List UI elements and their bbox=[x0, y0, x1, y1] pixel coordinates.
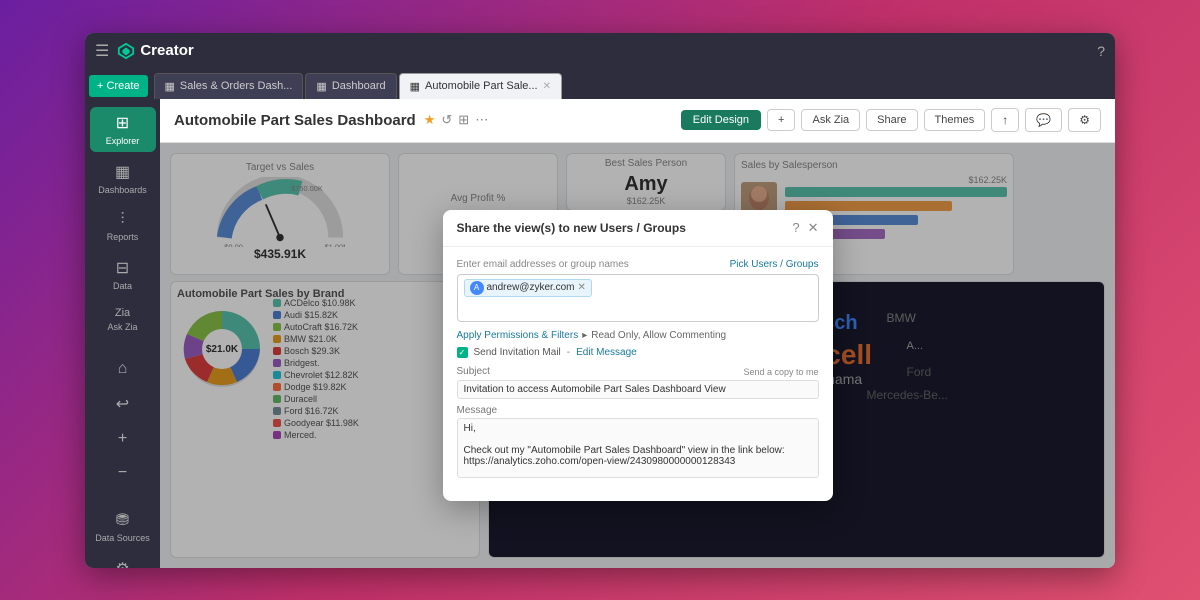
app-logo: Creator bbox=[117, 42, 193, 60]
sidebar-label-askzia: Ask Zia bbox=[107, 322, 137, 332]
message-row: Message Hi, Check out my "Automobile Par… bbox=[457, 405, 819, 483]
modal-title: Share the view(s) to new Users / Groups bbox=[457, 221, 686, 235]
sidebar-item-zoomin[interactable]: + bbox=[90, 424, 156, 454]
tab-icon-dash: ▦ bbox=[316, 80, 326, 93]
sidebar-item-settings[interactable]: ⚙ Settings bbox=[90, 553, 156, 568]
main-layout: ⊞ Explorer ▦ Dashboards ⫶ Reports ⊟ Data… bbox=[85, 99, 1115, 568]
sidebar-item-home[interactable]: ⌂ bbox=[90, 354, 156, 384]
settings-icon: ⚙ bbox=[115, 559, 129, 568]
help-icon[interactable]: ? bbox=[1097, 43, 1105, 59]
top-bar: ☰ Creator ? bbox=[85, 33, 1115, 69]
grid-icon[interactable]: ⊞ bbox=[458, 112, 469, 128]
reports-icon: ⫶ bbox=[120, 211, 124, 229]
sidebar-item-explorer[interactable]: ⊞ Explorer bbox=[90, 107, 156, 152]
send-inv-label: Send Invitation Mail bbox=[474, 347, 561, 358]
permissions-link[interactable]: Apply Permissions & Filters bbox=[457, 330, 579, 341]
subject-label-row: Subject Send a copy to me bbox=[457, 366, 819, 379]
zoomout-icon: − bbox=[118, 464, 127, 482]
edit-design-button[interactable]: Edit Design bbox=[681, 110, 761, 130]
dashboards-icon: ▦ bbox=[115, 162, 130, 182]
comment-button[interactable]: 💬 bbox=[1025, 108, 1062, 132]
app-window: ☰ Creator ? + Create ▦ Sales & Orders Da… bbox=[85, 33, 1115, 568]
data-icon: ⊟ bbox=[116, 258, 129, 278]
ask-zia-button[interactable]: Ask Zia bbox=[801, 109, 860, 131]
home-icon: ⌂ bbox=[118, 360, 128, 378]
modal-close-icon[interactable]: ✕ bbox=[808, 220, 819, 236]
modal-overlay: Share the view(s) to new Users / Groups … bbox=[160, 143, 1115, 568]
sidebar-label-data: Data bbox=[113, 281, 132, 291]
sidebar-item-data[interactable]: ⊟ Data bbox=[90, 252, 156, 297]
email-tag-remove[interactable]: ✕ bbox=[577, 282, 585, 293]
sidebar-item-askzia[interactable]: Zia Ask Zia bbox=[90, 301, 156, 338]
sidebar-label-explorer: Explorer bbox=[106, 136, 140, 146]
tab-sales-orders[interactable]: ▦ Sales & Orders Dash... bbox=[154, 73, 304, 99]
subject-input[interactable] bbox=[457, 380, 819, 399]
copy-to-me[interactable]: Send a copy to me bbox=[743, 367, 818, 377]
sidebar-item-reports[interactable]: ⫶ Reports bbox=[90, 205, 156, 248]
email-tag-avatar: A bbox=[470, 281, 484, 295]
undo-icon[interactable]: ↺ bbox=[441, 112, 452, 128]
sidebar-label-datasources: Data Sources bbox=[95, 533, 150, 543]
dashboard-header: Automobile Part Sales Dashboard ★ ↺ ⊞ ⋯ … bbox=[160, 99, 1115, 143]
email-tag-text: andrew@zyker.com bbox=[487, 282, 575, 293]
permissions-row: Apply Permissions & Filters ▸ Read Only,… bbox=[457, 330, 819, 341]
sidebar: ⊞ Explorer ▦ Dashboards ⫶ Reports ⊟ Data… bbox=[85, 99, 160, 568]
content-area: Automobile Part Sales Dashboard ★ ↺ ⊞ ⋯ … bbox=[160, 99, 1115, 568]
subject-label: Subject bbox=[457, 366, 490, 377]
subject-row: Subject Send a copy to me bbox=[457, 366, 819, 399]
email-field-label: Enter email addresses or group names bbox=[457, 259, 629, 270]
dashboard-title: Automobile Part Sales Dashboard bbox=[174, 112, 416, 129]
tab-icon-auto: ▦ bbox=[410, 80, 420, 93]
themes-button[interactable]: Themes bbox=[924, 109, 986, 131]
modal-header-actions: ? ✕ bbox=[792, 220, 818, 236]
edit-message-link[interactable]: Edit Message bbox=[576, 347, 637, 358]
tab-dashboard[interactable]: ▦ Dashboard bbox=[305, 73, 396, 99]
back-icon: ↩ bbox=[116, 394, 129, 414]
widgets-area: Target vs Sales $0.00 $7 bbox=[160, 143, 1115, 568]
gear-button[interactable]: ⚙ bbox=[1068, 108, 1101, 132]
send-invitation-row: ✓ Send Invitation Mail - Edit Message bbox=[457, 347, 819, 358]
tab-label-sales: Sales & Orders Dash... bbox=[180, 80, 293, 92]
sidebar-label-dashboards: Dashboards bbox=[98, 185, 147, 195]
share-button[interactable]: Share bbox=[866, 109, 917, 131]
modal-body: Enter email addresses or group names Pic… bbox=[443, 247, 833, 501]
explorer-icon: ⊞ bbox=[116, 113, 129, 133]
permissions-mode: Read Only, Allow Commenting bbox=[591, 330, 726, 341]
sidebar-item-zoomout[interactable]: − bbox=[90, 458, 156, 488]
email-input-area[interactable]: A andrew@zyker.com ✕ bbox=[457, 274, 819, 322]
create-button[interactable]: + Create bbox=[89, 75, 148, 97]
message-label: Message bbox=[457, 405, 819, 416]
tab-icon-sales: ▦ bbox=[165, 80, 175, 93]
tab-label-auto: Automobile Part Sale... bbox=[425, 80, 538, 92]
modal-help-icon[interactable]: ? bbox=[792, 220, 799, 235]
share-modal: Share the view(s) to new Users / Groups … bbox=[443, 210, 833, 501]
logo-icon bbox=[117, 42, 135, 60]
sidebar-item-dashboards[interactable]: ▦ Dashboards bbox=[90, 156, 156, 201]
tab-label-dash: Dashboard bbox=[332, 80, 386, 92]
pick-users-link[interactable]: Pick Users / Groups bbox=[730, 259, 819, 270]
permissions-sep: ▸ bbox=[582, 330, 587, 341]
export-button[interactable]: ↑ bbox=[991, 108, 1019, 132]
askzia-icon: Zia bbox=[115, 307, 130, 319]
star-icon[interactable]: ★ bbox=[424, 112, 436, 128]
tab-automobile[interactable]: ▦ Automobile Part Sale... ✕ bbox=[399, 73, 562, 99]
modal-header: Share the view(s) to new Users / Groups … bbox=[443, 210, 833, 247]
datasources-icon: ⛃ bbox=[116, 510, 129, 530]
dashboard-actions: Edit Design + Ask Zia Share Themes ↑ 💬 ⚙ bbox=[681, 108, 1101, 132]
sidebar-item-back[interactable]: ↩ bbox=[90, 388, 156, 420]
dashboard-header-icons: ★ ↺ ⊞ ⋯ bbox=[424, 112, 488, 128]
menu-icon[interactable]: ☰ bbox=[95, 41, 109, 61]
add-button[interactable]: + bbox=[767, 109, 795, 131]
sidebar-item-datasources[interactable]: ⛃ Data Sources bbox=[90, 504, 156, 549]
send-inv-checkbox[interactable]: ✓ bbox=[457, 347, 468, 358]
tabs-bar: + Create ▦ Sales & Orders Dash... ▦ Dash… bbox=[85, 69, 1115, 99]
email-label-row: Enter email addresses or group names Pic… bbox=[457, 259, 819, 274]
more-options-icon[interactable]: ⋯ bbox=[475, 112, 488, 128]
app-title: Creator bbox=[140, 42, 193, 59]
email-tag-andrew: A andrew@zyker.com ✕ bbox=[464, 279, 592, 297]
message-textarea[interactable]: Hi, Check out my "Automobile Part Sales … bbox=[457, 418, 819, 478]
sidebar-label-reports: Reports bbox=[107, 232, 139, 242]
zoomin-icon: + bbox=[118, 430, 127, 448]
tab-close-auto[interactable]: ✕ bbox=[543, 81, 551, 92]
